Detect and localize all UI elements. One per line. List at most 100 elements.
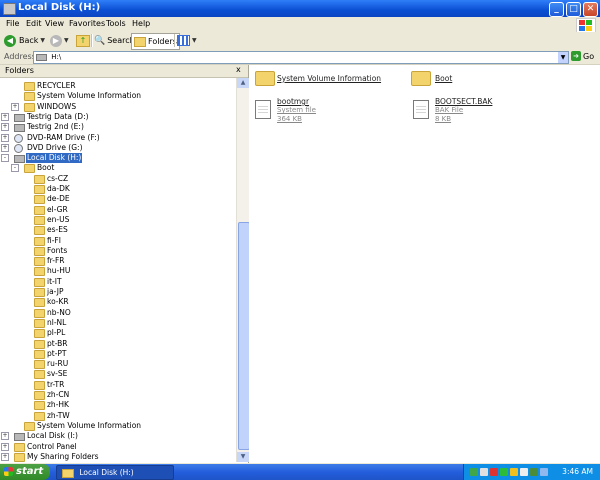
tree-item[interactable]: pt-PT bbox=[0, 349, 236, 359]
tree-item[interactable]: - Local Disk (H:) bbox=[0, 153, 236, 164]
close-button[interactable]: ✕ bbox=[583, 2, 598, 17]
folder-icon bbox=[34, 349, 45, 359]
folder-tree[interactable]: RECYCLER System Volume Information + WINDOW… bbox=[0, 78, 236, 462]
taskbar-window-button[interactable]: Local Disk (H:) bbox=[56, 465, 174, 480]
clock[interactable]: 3:46 AM bbox=[562, 467, 593, 476]
tree-item-label: System Volume Information bbox=[37, 91, 142, 101]
tree-item[interactable]: ko-KR bbox=[0, 297, 236, 308]
search-button[interactable]: 🔍 Search bbox=[94, 33, 135, 48]
expand-icon[interactable]: + bbox=[1, 432, 9, 441]
tree-item[interactable]: da-DK bbox=[0, 184, 236, 194]
tree-item[interactable]: zh-TW bbox=[0, 411, 236, 421]
tree-item[interactable]: System Volume Information bbox=[0, 421, 236, 431]
tray-icon[interactable] bbox=[530, 468, 538, 476]
folder-icon bbox=[34, 401, 45, 411]
tree-item[interactable]: + Testrig Data (D:) bbox=[0, 112, 236, 122]
tree-item[interactable]: + DVD Drive (G:) bbox=[0, 143, 236, 153]
tray-icon[interactable] bbox=[510, 468, 518, 476]
collapse-icon[interactable]: - bbox=[1, 154, 9, 163]
maximize-button[interactable]: □ bbox=[566, 2, 581, 17]
tray-icon[interactable] bbox=[470, 468, 478, 476]
tree-item[interactable]: + Testrig 2nd (E:) bbox=[0, 122, 236, 133]
tree-item-label: Testrig Data (D:) bbox=[27, 111, 89, 121]
tree-item[interactable]: + DVD-RAM Drive (F:) bbox=[0, 133, 236, 143]
dropdown-arrow-icon[interactable]: ▼ bbox=[40, 37, 45, 44]
tree-item[interactable]: zh-HK bbox=[0, 400, 236, 411]
folder-icon bbox=[255, 71, 275, 86]
tree-item-label: zh-HK bbox=[47, 400, 69, 410]
tray-icon[interactable] bbox=[520, 468, 528, 476]
menu-edit[interactable]: Edit bbox=[26, 19, 42, 28]
folder-icon bbox=[411, 71, 431, 86]
dropdown-arrow-icon[interactable]: ▼ bbox=[64, 37, 69, 44]
folder-icon bbox=[34, 246, 45, 256]
tree-item-label: My Sharing Folders bbox=[27, 451, 99, 461]
toolbar-separator bbox=[91, 34, 93, 47]
vertical-scrollbar[interactable]: ▲ ▼ bbox=[236, 78, 250, 462]
tree-item[interactable]: - Boot bbox=[0, 163, 236, 174]
tree-item[interactable]: fi-FI bbox=[0, 236, 236, 246]
tree-item[interactable]: de-DE bbox=[0, 194, 236, 205]
menu-help[interactable]: Help bbox=[132, 19, 150, 28]
tree-item[interactable]: + My Sharing Folders bbox=[0, 452, 236, 462]
menu-tools[interactable]: Tools bbox=[106, 19, 126, 28]
menu-file[interactable]: File bbox=[6, 19, 19, 28]
folders-button[interactable]: Folders bbox=[131, 33, 180, 50]
expand-icon[interactable]: + bbox=[1, 442, 9, 451]
tray-icon[interactable] bbox=[480, 468, 488, 476]
tree-item[interactable]: zh-CN bbox=[0, 390, 236, 400]
minimize-button[interactable]: _ bbox=[549, 2, 564, 17]
tree-item[interactable]: cs-CZ bbox=[0, 174, 236, 184]
forward-button[interactable]: ▶ ▼ bbox=[50, 33, 69, 48]
expand-icon[interactable]: + bbox=[11, 102, 19, 111]
tree-item[interactable]: ja-JP bbox=[0, 287, 236, 297]
tree-item[interactable]: el-GR bbox=[0, 205, 236, 215]
views-button[interactable]: ▼ bbox=[177, 33, 197, 48]
tree-item[interactable]: nl-NL bbox=[0, 318, 236, 328]
start-button[interactable]: start bbox=[0, 464, 50, 480]
title-bar[interactable]: Local Disk (H:) _ □ ✕ bbox=[0, 0, 600, 17]
scroll-down-arrow-icon[interactable]: ▼ bbox=[237, 452, 249, 462]
tree-item[interactable]: + Control Panel bbox=[0, 442, 236, 452]
menu-favorites[interactable]: Favorites bbox=[69, 19, 105, 28]
tree-item[interactable]: ru-RU bbox=[0, 359, 236, 370]
tree-item[interactable]: System Volume Information bbox=[0, 91, 236, 102]
back-button[interactable]: ◀ Back ▼ bbox=[4, 33, 45, 48]
tree-item[interactable]: + WINDOWS bbox=[0, 102, 236, 112]
tree-item[interactable]: pt-BR bbox=[0, 339, 236, 349]
tray-icon[interactable] bbox=[540, 468, 548, 476]
tree-item[interactable]: nb-NO bbox=[0, 308, 236, 318]
dropdown-arrow-icon[interactable]: ▼ bbox=[192, 37, 197, 44]
tree-item[interactable]: it-IT bbox=[0, 277, 236, 287]
expand-icon[interactable]: + bbox=[1, 452, 9, 461]
tree-item-label: el-GR bbox=[47, 204, 68, 214]
up-folder-button[interactable]: ↑ bbox=[76, 33, 90, 48]
tree-item-label: DVD Drive (G:) bbox=[27, 142, 83, 152]
collapse-icon[interactable]: - bbox=[11, 164, 19, 173]
expand-icon[interactable]: + bbox=[1, 133, 9, 142]
tree-item[interactable]: fr-FR bbox=[0, 256, 236, 267]
tray-icon[interactable] bbox=[490, 468, 498, 476]
scroll-up-arrow-icon[interactable]: ▲ bbox=[237, 78, 249, 88]
folder-icon bbox=[34, 288, 45, 297]
menu-view[interactable]: View bbox=[45, 19, 64, 28]
tree-item[interactable]: pl-PL bbox=[0, 328, 236, 339]
tree-item[interactable]: hu-HU bbox=[0, 266, 236, 277]
tree-item-label: es-ES bbox=[47, 225, 68, 235]
expand-icon[interactable]: + bbox=[1, 123, 9, 132]
tree-item[interactable]: tr-TR bbox=[0, 380, 236, 390]
tree-item[interactable]: Fonts bbox=[0, 246, 236, 256]
close-icon[interactable]: x bbox=[236, 65, 241, 74]
expand-icon[interactable]: + bbox=[1, 112, 9, 121]
tree-item[interactable]: en-US bbox=[0, 215, 236, 225]
go-button[interactable]: ➜ Go bbox=[571, 51, 594, 61]
tree-item[interactable]: sv-SE bbox=[0, 369, 236, 380]
dropdown-arrow-icon[interactable]: ▼ bbox=[558, 52, 568, 63]
tray-icon[interactable] bbox=[500, 468, 508, 476]
tree-item[interactable]: es-ES bbox=[0, 225, 236, 236]
address-input[interactable]: H:\ ▼ bbox=[33, 51, 569, 64]
expand-icon[interactable]: + bbox=[1, 143, 9, 152]
toolbar: ◀ Back ▼ ▶ ▼ ↑ 🔍 Search Folders ▼ bbox=[0, 32, 600, 51]
tree-item[interactable]: + Local Disk (I:) bbox=[0, 431, 236, 442]
tree-item[interactable]: RECYCLER bbox=[0, 81, 236, 91]
